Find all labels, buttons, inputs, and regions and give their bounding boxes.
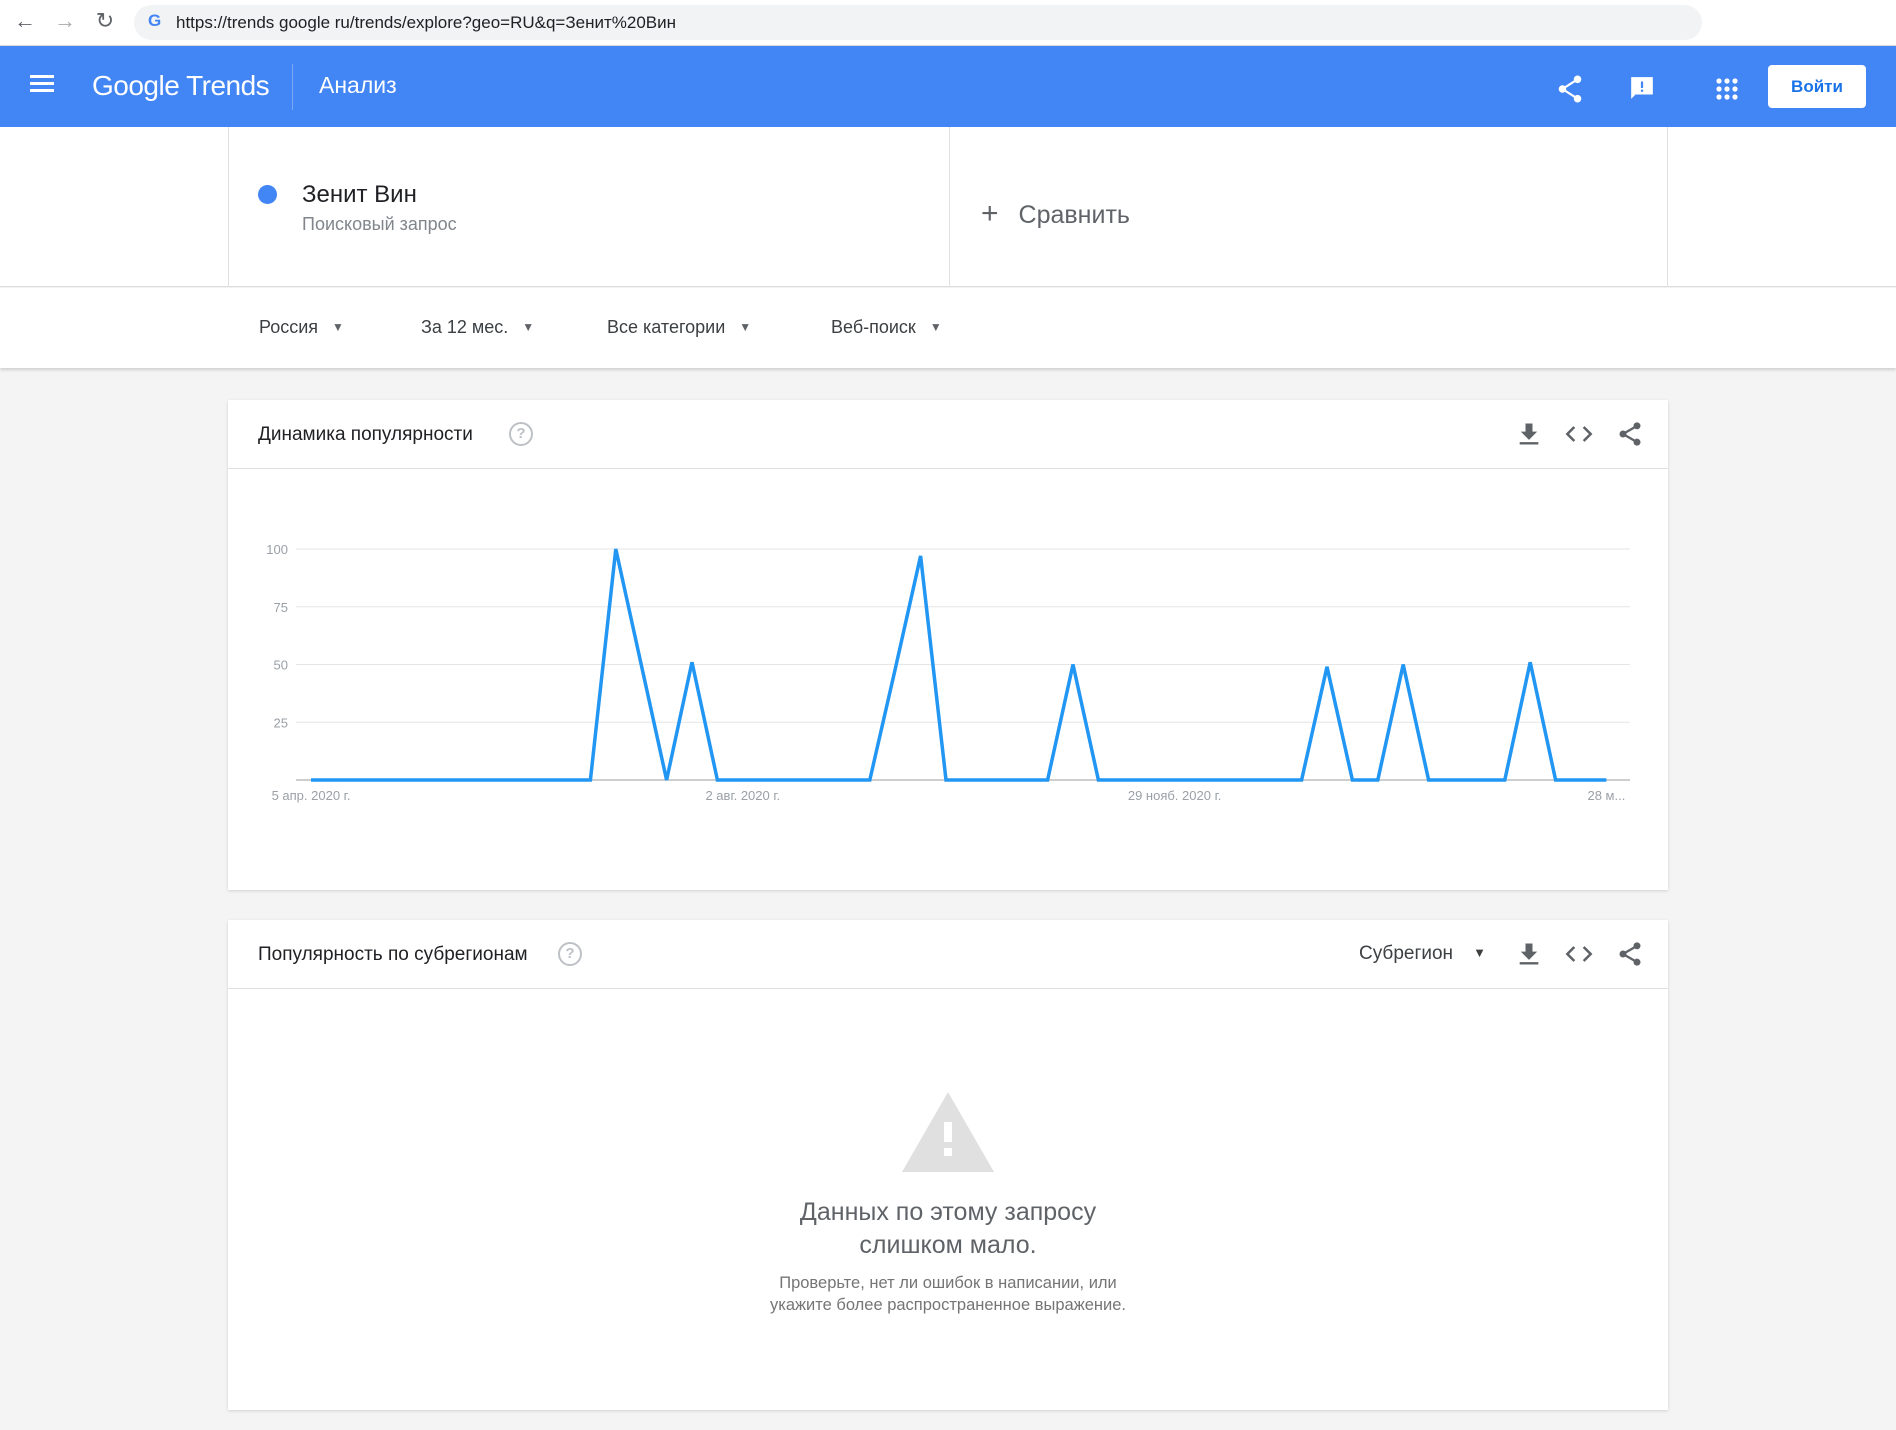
dropdown-arrow-icon: ▼	[929, 320, 942, 334]
x-tick-label: 29 нояб. 2020 г.	[1128, 788, 1222, 803]
embed-icon[interactable]	[1565, 420, 1593, 448]
filter-bar: Россия ▼ За 12 мес. ▼ Все категории ▼ Веб-п…	[0, 288, 1896, 368]
warning-icon	[902, 1092, 994, 1172]
query-card: Зенит Вин Поисковый запрос + Сравнить	[228, 127, 1668, 287]
plus-icon: +	[981, 197, 999, 230]
filter-category[interactable]: Все категории ▼	[607, 317, 751, 338]
filter-label: За 12 мес.	[421, 317, 509, 337]
interest-over-time-card: Динамика популярности ? 25 50 75 100 5 апр. …	[228, 400, 1668, 890]
card-title: Динамика популярности	[258, 424, 473, 445]
y-tick-label: 75	[274, 600, 288, 615]
x-tick-label: 2 авг. 2020 г.	[705, 788, 780, 803]
series-color-dot	[258, 185, 277, 204]
interest-line-chart: 25 50 75 100 5 апр. 2020 г. 2 авг. 2020 г. 29 …	[266, 542, 1630, 803]
y-tick-label: 25	[274, 715, 288, 730]
search-term-type: Поисковый запрос	[302, 214, 457, 234]
address-bar[interactable]: https://trends google ru/trends/explore?…	[134, 5, 1702, 40]
dropdown-arrow-icon: ▼	[739, 320, 752, 334]
y-tick-label: 50	[274, 658, 288, 673]
card-title: Популярность по субрегионам	[258, 944, 528, 965]
compare-label: Сравнить	[1018, 201, 1130, 229]
empty-title-line: Данных по этому запросу	[799, 1198, 1097, 1226]
filter-region[interactable]: Россия ▼	[259, 317, 344, 338]
back-icon[interactable]: ←	[10, 8, 40, 34]
help-icon[interactable]: ?	[509, 422, 533, 446]
share-icon[interactable]	[1616, 940, 1644, 968]
search-term[interactable]: Зенит Вин	[302, 181, 417, 209]
app-header: Google Trends Анализ Войти	[0, 46, 1896, 127]
empty-sub-line: Проверьте, нет ли ошибок в написании, ил…	[779, 1274, 1117, 1292]
embed-icon[interactable]	[1565, 940, 1593, 968]
reload-icon[interactable]: ↻	[90, 8, 120, 34]
filter-period[interactable]: За 12 мес. ▼	[421, 317, 534, 338]
filter-label: Все категории	[607, 317, 726, 337]
dropdown-label: Субрегион	[1359, 943, 1454, 964]
compare-button[interactable]: + Сравнить	[981, 197, 1130, 231]
empty-sub-line: укажите более распространенное выражение…	[769, 1296, 1126, 1314]
share-icon[interactable]	[1557, 75, 1583, 103]
card-header: Динамика популярности ?	[228, 400, 1668, 469]
filter-search-type[interactable]: Веб-поиск ▼	[831, 317, 942, 338]
apps-icon[interactable]	[1716, 78, 1738, 100]
empty-state-title: Данных по этому запросу слишком мало.	[228, 1196, 1668, 1262]
empty-title-line: слишком мало.	[859, 1231, 1037, 1259]
download-icon[interactable]	[1515, 420, 1543, 448]
query-divider	[949, 127, 950, 287]
x-tick-label: 28 м...	[1587, 788, 1625, 803]
dropdown-arrow-icon: ▼	[332, 320, 344, 334]
subregion-dropdown[interactable]: Субрегион ▼	[1359, 943, 1486, 965]
query-section: Зенит Вин Поисковый запрос + Сравнить	[0, 127, 1896, 287]
share-icon[interactable]	[1616, 420, 1644, 448]
browser-toolbar: ← → ↻ https://trends google ru/trends/ex…	[0, 0, 1896, 46]
subregion-card: Популярность по субрегионам ? Субрегион ▼…	[228, 920, 1668, 1410]
filter-label: Веб-поиск	[831, 317, 916, 337]
help-icon[interactable]: ?	[558, 942, 582, 966]
page-title: Анализ	[319, 72, 397, 98]
login-button[interactable]: Войти	[1768, 65, 1866, 108]
y-tick-label: 100	[266, 542, 288, 557]
forward-icon[interactable]: →	[50, 8, 80, 34]
download-icon[interactable]	[1515, 940, 1543, 968]
filter-label: Россия	[259, 317, 319, 337]
menu-icon[interactable]	[30, 74, 54, 94]
feedback-icon[interactable]	[1629, 75, 1655, 101]
card-header: Популярность по субрегионам ? Субрегион ▼	[228, 920, 1668, 989]
dropdown-arrow-icon: ▼	[1473, 945, 1486, 960]
x-tick-label: 5 апр. 2020 г.	[272, 788, 351, 803]
empty-state-message: Проверьте, нет ли ошибок в написании, ил…	[228, 1272, 1668, 1316]
google-favicon-icon: G	[148, 11, 162, 30]
header-divider	[292, 64, 293, 110]
google-trends-logo[interactable]: Google Trends	[92, 70, 270, 102]
dropdown-arrow-icon: ▼	[522, 320, 535, 334]
